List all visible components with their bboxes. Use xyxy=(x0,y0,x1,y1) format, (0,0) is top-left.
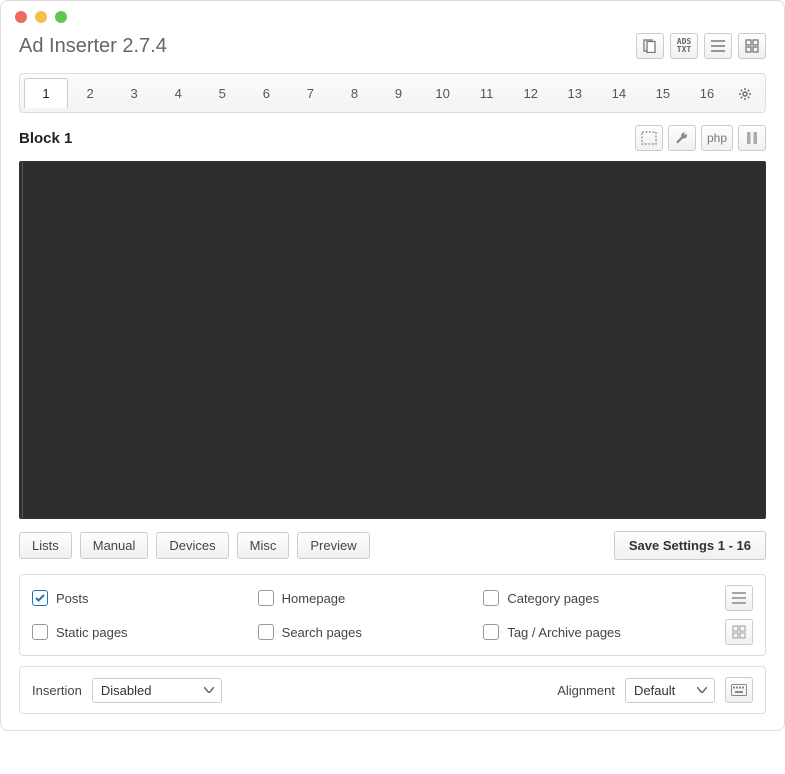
lists-button[interactable]: Lists xyxy=(19,532,72,559)
option-buttons-row: Lists Manual Devices Misc Preview Save S… xyxy=(1,519,784,568)
titlebar xyxy=(1,1,784,23)
checkbox-icon[interactable] xyxy=(483,624,499,640)
tab-4[interactable]: 4 xyxy=(156,78,200,108)
checkbox-icon[interactable] xyxy=(258,624,274,640)
posts-check[interactable]: Posts xyxy=(32,590,248,606)
tab-14[interactable]: 14 xyxy=(597,78,641,108)
block-tabs: 12345678910111213141516 xyxy=(19,73,766,113)
tab-13[interactable]: 13 xyxy=(553,78,597,108)
block-actions: php xyxy=(635,125,766,151)
checkbox-icon[interactable] xyxy=(32,590,48,606)
pause-icon[interactable] xyxy=(738,125,766,151)
insertion-label: Insertion xyxy=(32,683,82,698)
checkbox-icon[interactable] xyxy=(32,624,48,640)
homepage-check[interactable]: Homepage xyxy=(258,590,474,606)
posts-label: Posts xyxy=(56,591,89,606)
misc-button[interactable]: Misc xyxy=(237,532,290,559)
docs-icon[interactable] xyxy=(636,33,664,59)
grid-toggle-icon[interactable] xyxy=(725,619,753,645)
insertion-row: Insertion Disabled Alignment Default xyxy=(19,666,766,714)
category-check[interactable]: Category pages xyxy=(483,590,699,606)
tab-11[interactable]: 11 xyxy=(465,78,509,108)
tab-10[interactable]: 10 xyxy=(421,78,465,108)
block-header: Block 1 php xyxy=(1,113,784,161)
tab-1[interactable]: 1 xyxy=(24,78,68,108)
homepage-label: Homepage xyxy=(282,591,346,606)
block-title: Block 1 xyxy=(19,130,72,147)
tab-9[interactable]: 9 xyxy=(377,78,421,108)
tab-8[interactable]: 8 xyxy=(332,78,376,108)
keyboard-icon[interactable] xyxy=(725,677,753,703)
tab-12[interactable]: 12 xyxy=(509,78,553,108)
checkbox-icon[interactable] xyxy=(483,590,499,606)
search-check[interactable]: Search pages xyxy=(258,624,474,640)
tab-2[interactable]: 2 xyxy=(68,78,112,108)
maximize-window-icon[interactable] xyxy=(55,11,67,23)
tab-3[interactable]: 3 xyxy=(112,78,156,108)
devices-button[interactable]: Devices xyxy=(156,532,228,559)
tab-15[interactable]: 15 xyxy=(641,78,685,108)
search-label: Search pages xyxy=(282,625,362,640)
preview-button[interactable]: Preview xyxy=(297,532,369,559)
php-button[interactable]: php xyxy=(701,125,733,151)
tab-6[interactable]: 6 xyxy=(244,78,288,108)
gear-icon[interactable] xyxy=(729,78,761,108)
static-check[interactable]: Static pages xyxy=(32,624,248,640)
list-toggle-icon[interactable] xyxy=(725,585,753,611)
tab-5[interactable]: 5 xyxy=(200,78,244,108)
checkbox-icon[interactable] xyxy=(258,590,274,606)
save-settings-button[interactable]: Save Settings 1 - 16 xyxy=(614,531,766,560)
alignment-label: Alignment xyxy=(557,683,615,698)
page-types-card: Posts Homepage Category pages Static pag… xyxy=(19,574,766,656)
minimize-window-icon[interactable] xyxy=(35,11,47,23)
manual-button[interactable]: Manual xyxy=(80,532,149,559)
tag-check[interactable]: Tag / Archive pages xyxy=(483,624,699,640)
window-controls xyxy=(15,11,67,23)
grid-icon[interactable] xyxy=(738,33,766,59)
header: Ad Inserter 2.7.4 ADS TXT xyxy=(1,23,784,73)
static-label: Static pages xyxy=(56,625,128,640)
list-icon[interactable] xyxy=(704,33,732,59)
header-actions: ADS TXT xyxy=(636,33,766,59)
category-label: Category pages xyxy=(507,591,599,606)
banner-icon[interactable] xyxy=(635,125,663,151)
insertion-select[interactable]: Disabled xyxy=(92,678,222,703)
code-editor[interactable] xyxy=(19,161,766,519)
tab-16[interactable]: 16 xyxy=(685,78,729,108)
alignment-select[interactable]: Default xyxy=(625,678,715,703)
wrench-icon[interactable] xyxy=(668,125,696,151)
app-window: Ad Inserter 2.7.4 ADS TXT 12345678910111… xyxy=(0,0,785,731)
tag-label: Tag / Archive pages xyxy=(507,625,620,640)
page-title: Ad Inserter 2.7.4 xyxy=(19,35,167,58)
close-window-icon[interactable] xyxy=(15,11,27,23)
adstxt-icon[interactable]: ADS TXT xyxy=(670,33,698,59)
tab-7[interactable]: 7 xyxy=(288,78,332,108)
